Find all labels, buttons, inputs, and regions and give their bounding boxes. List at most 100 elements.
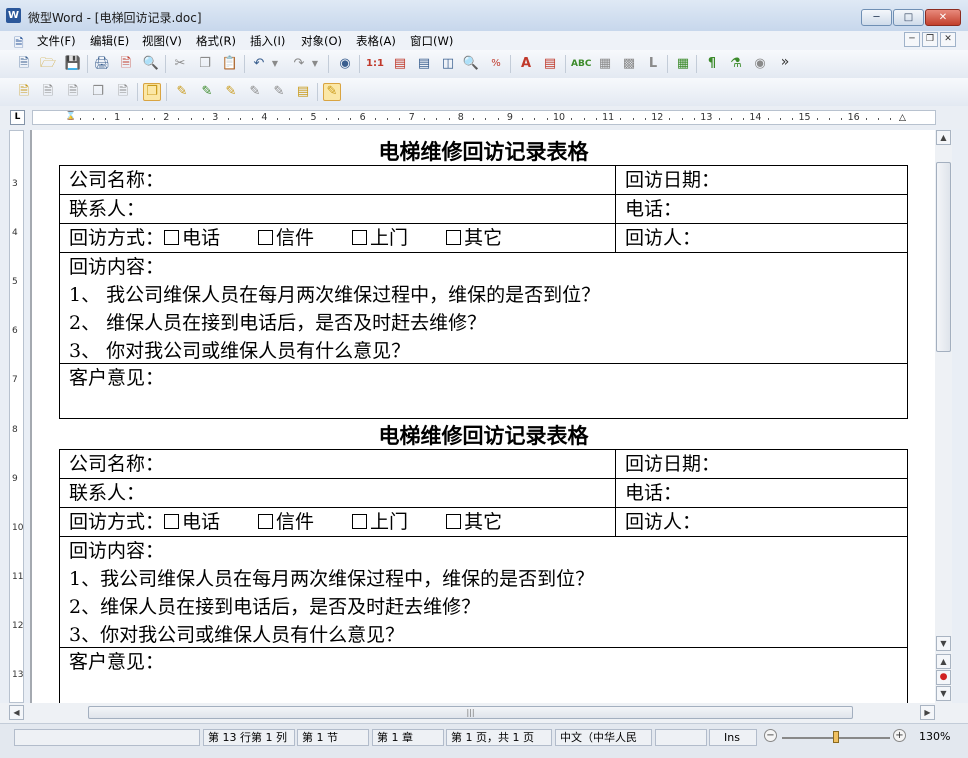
scroll-up-button[interactable]: ▲ <box>936 130 951 145</box>
menu-table[interactable]: 表格(A) <box>356 33 396 49</box>
insert-text-icon[interactable]: 🗎 <box>15 83 33 101</box>
show-marks-icon[interactable]: ¶ <box>703 55 721 73</box>
print-icon[interactable]: 🖨 <box>93 55 111 73</box>
browse-object-button[interactable]: ● <box>936 670 951 685</box>
horizontal-scrollbar[interactable]: ◀ ||| ▶ <box>0 703 968 723</box>
reject-change-icon[interactable]: ✎ <box>270 83 288 101</box>
scroll-left-button[interactable]: ◀ <box>9 705 24 720</box>
checkbox-phone[interactable] <box>164 230 180 245</box>
find-binoculars-icon[interactable]: ◉ <box>336 55 354 73</box>
checkbox-other[interactable] <box>446 514 462 529</box>
undo-icon[interactable]: ↶ <box>250 55 268 73</box>
delete-text-icon[interactable]: 🗎 <box>64 83 82 101</box>
actual-size-icon[interactable]: 1:1 <box>366 55 384 73</box>
scroll-right-button[interactable]: ▶ <box>920 705 935 720</box>
marker-icon[interactable]: ✎ <box>222 83 240 101</box>
save-icon[interactable]: 💾 <box>64 55 82 73</box>
text-box-icon[interactable]: ❐ <box>143 83 161 101</box>
cut-icon[interactable]: ✂ <box>171 55 189 73</box>
menu-edit[interactable]: 编辑(E) <box>90 33 129 49</box>
toolbar-overflow-chevron[interactable]: » <box>776 53 794 71</box>
page-width-icon[interactable]: ▤ <box>391 55 409 73</box>
visit-date-cell[interactable]: 回访日期： <box>615 449 908 479</box>
paragraph-style-icon[interactable]: ▤ <box>541 55 559 73</box>
customer-opinion-cell[interactable]: 客户意见： <box>59 363 908 419</box>
menu-view[interactable]: 视图(V) <box>142 33 182 49</box>
vertical-ruler[interactable]: 3 4 5 6 7 8 9 10 11 12 13 <box>9 130 24 703</box>
horizontal-ruler[interactable]: ⌛ △ 1 2 3 4 5 6 7 8 9 10 11 12 13 14 15 16 <box>32 110 936 125</box>
vertical-scroll-thumb[interactable] <box>936 162 951 352</box>
checkbox-phone[interactable] <box>164 514 180 529</box>
full-page-icon[interactable]: ▤ <box>415 55 433 73</box>
close-button[interactable]: ✕ <box>925 9 961 26</box>
visit-method-cell[interactable]: 回访方式： 电话 信件 上门 其它 <box>59 507 616 537</box>
zoom-out-button[interactable]: − <box>764 729 777 742</box>
checkbox-letter[interactable] <box>258 514 274 529</box>
right-indent-marker[interactable]: △ <box>899 113 906 123</box>
menu-object[interactable]: 对象(O) <box>301 33 342 49</box>
print-preview-icon[interactable]: 🔍 <box>142 55 160 73</box>
line-format-icon[interactable]: L <box>644 55 662 73</box>
paste-icon[interactable]: 📋 <box>221 55 239 73</box>
zoom-in-button[interactable]: + <box>893 729 906 742</box>
export-pdf-icon[interactable]: 🗎 <box>117 55 135 73</box>
phone-cell[interactable]: 电话： <box>615 478 908 508</box>
font-color-icon[interactable]: A <box>517 55 535 73</box>
doc-restore-button[interactable]: ❐ <box>922 32 938 47</box>
open-folder-icon[interactable]: 🗁 <box>39 55 57 73</box>
zoom-icon[interactable]: 🔍 <box>462 55 480 73</box>
doc-close-button[interactable]: ✕ <box>940 32 956 47</box>
word-count-icon[interactable]: ▦ <box>596 55 614 73</box>
page-break-icon[interactable]: ▩ <box>620 55 638 73</box>
status-insert-mode[interactable]: Ins <box>709 729 757 746</box>
highlight-pen-icon[interactable]: ✎ <box>173 83 191 101</box>
menu-format[interactable]: 格式(R) <box>196 33 236 49</box>
previous-page-button[interactable]: ▲ <box>936 654 951 669</box>
company-name-cell[interactable]: 公司名称： <box>59 449 616 479</box>
checkbox-letter[interactable] <box>258 230 274 245</box>
track-changes-icon[interactable]: ✎ <box>323 83 341 101</box>
undo-dropdown-icon[interactable]: ▼ <box>270 55 280 73</box>
visitor-cell[interactable]: 回访人： <box>615 507 908 537</box>
spellcheck-icon[interactable]: ABC <box>571 55 591 73</box>
company-name-cell[interactable]: 公司名称： <box>59 165 616 195</box>
zoom-slider-thumb[interactable] <box>833 731 839 743</box>
checkbox-other[interactable] <box>446 230 462 245</box>
next-page-button[interactable]: ▼ <box>936 686 951 701</box>
visit-method-cell[interactable]: 回访方式： 电话 信件 上门 其它 <box>59 223 616 253</box>
horizontal-scroll-thumb[interactable]: ||| <box>88 706 853 719</box>
scroll-down-button[interactable]: ▼ <box>936 636 951 651</box>
menu-file[interactable]: 文件(F) <box>37 33 76 49</box>
menu-window[interactable]: 窗口(W) <box>410 33 453 49</box>
visit-content-cell[interactable]: 回访内容： 1、 我公司维保人员在每月两次维保过程中，维保的是否到位？ 2、 维… <box>59 252 908 364</box>
left-indent-marker[interactable]: ⌛ <box>65 111 76 121</box>
tab-selector[interactable]: L <box>10 110 25 125</box>
contact-cell[interactable]: 联系人： <box>59 194 616 224</box>
maximize-button[interactable]: □ <box>893 9 924 26</box>
word-app-icon[interactable]: W <box>6 8 21 23</box>
grid-lines-icon[interactable]: ▦ <box>674 55 692 73</box>
copy-text-icon[interactable]: ❐ <box>89 83 107 101</box>
checkbox-visit[interactable] <box>352 230 368 245</box>
new-document-icon[interactable]: 🗎 <box>15 55 33 73</box>
contact-cell[interactable]: 联系人： <box>59 478 616 508</box>
minimize-button[interactable]: ─ <box>861 9 892 26</box>
checkbox-visit[interactable] <box>352 514 368 529</box>
doc-minimize-button[interactable]: ─ <box>904 32 920 47</box>
visit-date-cell[interactable]: 回访日期： <box>615 165 908 195</box>
note-icon[interactable]: ▤ <box>294 83 312 101</box>
object-icon[interactable]: ⚗ <box>727 55 745 73</box>
eraser-icon[interactable]: ✎ <box>246 83 264 101</box>
redo-icon[interactable]: ↷ <box>290 55 308 73</box>
edit-text-icon[interactable]: 🗎 <box>39 83 57 101</box>
customer-opinion-cell[interactable]: 客户意见： <box>59 647 908 703</box>
two-pages-icon[interactable]: ◫ <box>439 55 457 73</box>
layers-icon[interactable]: ◉ <box>751 55 769 73</box>
menu-insert[interactable]: 插入(I) <box>250 33 285 49</box>
move-text-icon[interactable]: 🗎 <box>114 83 132 101</box>
visitor-cell[interactable]: 回访人： <box>615 223 908 253</box>
phone-cell[interactable]: 电话： <box>615 194 908 224</box>
document-page[interactable]: 电梯维修回访记录表格 公司名称： 回访日期： 联系人： 电话： 回访方式： 电话信… <box>32 130 935 703</box>
redo-dropdown-icon[interactable]: ▼ <box>310 55 320 73</box>
vertical-scrollbar[interactable]: ▲ ▼ ▲ ● ▼ <box>935 130 952 703</box>
